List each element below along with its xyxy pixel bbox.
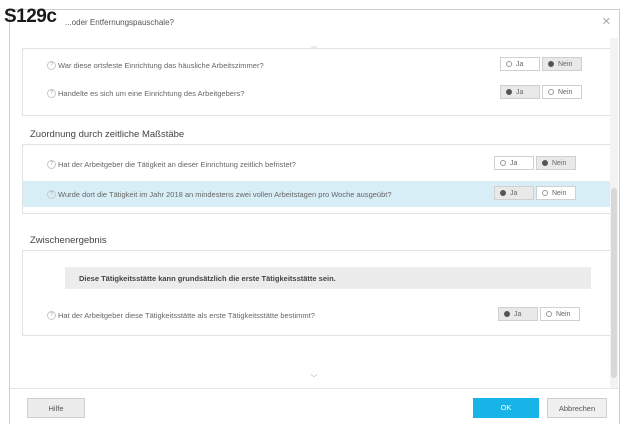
yes-no-toggle: Ja Nein [494, 156, 578, 170]
option-yes[interactable]: Ja [494, 156, 534, 170]
dialog-content: ︿ ? War diese ortsfeste Einrichtung das … [10, 36, 612, 386]
scrollbar-thumb[interactable] [611, 188, 617, 378]
section-time-criteria: ? Hat der Arbeitgeber die Tätigkeit an d… [22, 144, 612, 214]
option-no[interactable]: Nein [542, 57, 582, 71]
yes-no-toggle: Ja Nein [500, 85, 584, 99]
question-text: Hat der Arbeitgeber die Tätigkeit an die… [58, 160, 296, 169]
radio-icon [500, 190, 506, 196]
question-text: War diese ortsfeste Einrichtung das häus… [58, 61, 264, 70]
scrollbar[interactable] [610, 38, 618, 388]
section-heading: Zuordnung durch zeitliche Maßstäbe [30, 129, 185, 140]
yes-no-toggle: Ja Nein [500, 57, 584, 71]
help-icon[interactable]: ? [47, 89, 56, 98]
option-no[interactable]: Nein [540, 307, 580, 321]
yes-no-toggle: Ja Nein [494, 186, 578, 200]
radio-icon [506, 61, 512, 67]
question-row: ? Handelte es sich um eine Einrichtung d… [23, 81, 611, 105]
question-text: Handelte es sich um eine Einrichtung des… [58, 89, 245, 98]
ok-button[interactable]: OK [473, 398, 539, 418]
question-text: Hat der Arbeitgeber diese Tätigkeitsstät… [58, 311, 315, 320]
option-no[interactable]: Nein [536, 156, 576, 170]
title-bar: ...oder Entfernungspauschale? ✕ [10, 10, 619, 36]
question-row-highlighted: ? Wurde dort die Tätigkeit im Jahr 2018 … [23, 181, 611, 207]
question-row: ? War diese ortsfeste Einrichtung das hä… [23, 53, 611, 77]
info-text: Diese Tätigkeitsstätte kann grundsätzlic… [79, 274, 336, 283]
option-yes[interactable]: Ja [494, 186, 534, 200]
scroll-down-icon[interactable]: ﹀ [310, 373, 318, 384]
radio-icon [548, 89, 554, 95]
help-icon[interactable]: ? [47, 160, 56, 169]
dialog-footer: Hilfe OK Abbrechen [10, 388, 619, 424]
help-icon[interactable]: ? [47, 190, 56, 199]
dialog-title: ...oder Entfernungspauschale? [65, 18, 174, 27]
question-row: ? Hat der Arbeitgeber diese Tätigkeitsst… [23, 303, 611, 327]
help-button[interactable]: Hilfe [27, 398, 85, 418]
option-yes[interactable]: Ja [500, 57, 540, 71]
radio-icon [548, 61, 554, 67]
radio-icon [542, 160, 548, 166]
question-text: Wurde dort die Tätigkeit im Jahr 2018 an… [58, 190, 392, 199]
section-work-room: ? War diese ortsfeste Einrichtung das hä… [22, 48, 612, 116]
cancel-button[interactable]: Abbrechen [547, 398, 607, 418]
option-no[interactable]: Nein [536, 186, 576, 200]
radio-icon [504, 311, 510, 317]
option-yes[interactable]: Ja [500, 85, 540, 99]
section-heading: Zwischenergebnis [30, 235, 107, 246]
radio-icon [542, 190, 548, 196]
radio-icon [506, 89, 512, 95]
help-icon[interactable]: ? [47, 61, 56, 70]
close-icon[interactable]: ✕ [602, 15, 611, 28]
yes-no-toggle: Ja Nein [498, 307, 582, 321]
option-no[interactable]: Nein [542, 85, 582, 99]
question-row: ? Hat der Arbeitgeber die Tätigkeit an d… [23, 152, 611, 176]
info-banner: Diese Tätigkeitsstätte kann grundsätzlic… [65, 267, 591, 289]
option-yes[interactable]: Ja [498, 307, 538, 321]
help-icon[interactable]: ? [47, 311, 56, 320]
overlay-label: S129c [4, 6, 57, 27]
section-interim-result: Diese Tätigkeitsstätte kann grundsätzlic… [22, 250, 612, 336]
radio-icon [500, 160, 506, 166]
dialog-window: ...oder Entfernungspauschale? ✕ ︿ ? War … [9, 9, 620, 424]
radio-icon [546, 311, 552, 317]
